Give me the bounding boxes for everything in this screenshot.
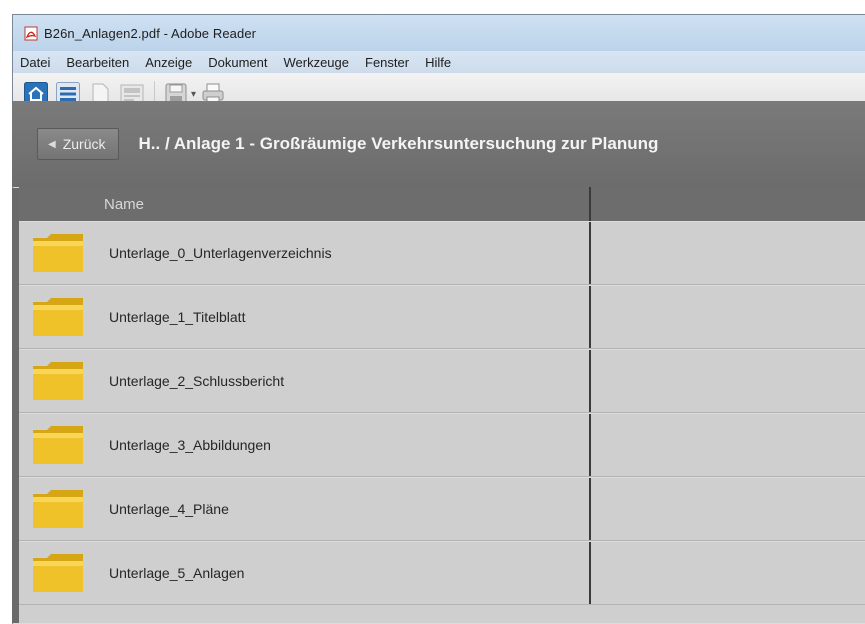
- menu-datei[interactable]: Datei: [20, 55, 50, 70]
- navigation-bar: ◀ Zurück H.. / Anlage 1 - Großräumige Ve…: [12, 101, 865, 187]
- list-item-label: Unterlage_3_Abbildungen: [109, 437, 271, 453]
- list-item-label: Unterlage_4_Pläne: [109, 501, 229, 517]
- list-header: Name: [19, 187, 865, 221]
- window-title: B26n_Anlagen2.pdf - Adobe Reader: [44, 25, 257, 41]
- menu-anzeige[interactable]: Anzeige: [145, 55, 192, 70]
- back-label: Zurück: [62, 136, 106, 152]
- list-left-strip: [12, 188, 19, 623]
- list-item-label: Unterlage_0_Unterlagenverzeichnis: [109, 245, 332, 261]
- breadcrumb[interactable]: H.. / Anlage 1 - Großräumige Verkehrsunt…: [139, 134, 659, 154]
- menu-hilfe[interactable]: Hilfe: [425, 55, 451, 70]
- list-item[interactable]: Unterlage_1_Titelblatt: [19, 285, 865, 349]
- list-item[interactable]: Unterlage_3_Abbildungen: [19, 413, 865, 477]
- folder-icon: [33, 490, 83, 528]
- menu-bearbeiten[interactable]: Bearbeiten: [66, 55, 129, 70]
- list-item-label: Unterlage_1_Titelblatt: [109, 309, 246, 325]
- menu-dokument[interactable]: Dokument: [208, 55, 267, 70]
- folder-list: Unterlage_0_Unterlagenverzeichnis Unterl…: [19, 221, 865, 623]
- list-item[interactable]: Unterlage_5_Anlagen: [19, 541, 865, 605]
- folder-icon: [33, 554, 83, 592]
- folder-icon: [33, 234, 83, 272]
- column-header-label: Name: [104, 195, 145, 213]
- folder-icon: [33, 298, 83, 336]
- dropdown-arrow-icon[interactable]: ▾: [191, 89, 196, 100]
- list-item[interactable]: Unterlage_2_Schlussbericht: [19, 349, 865, 413]
- list-item[interactable]: Unterlage_4_Pläne: [19, 477, 865, 541]
- menu-bar: Datei Bearbeiten Anzeige Dokument Werkze…: [13, 51, 865, 73]
- back-button[interactable]: ◀ Zurück: [37, 128, 119, 160]
- title-bar: B26n_Anlagen2.pdf - Adobe Reader: [13, 15, 865, 51]
- menu-fenster[interactable]: Fenster: [365, 55, 409, 70]
- list-item-label: Unterlage_2_Schlussbericht: [109, 373, 285, 389]
- pdf-icon: [24, 26, 39, 41]
- chevron-left-icon: ◀: [48, 138, 56, 150]
- folder-icon: [33, 362, 83, 400]
- folder-icon: [33, 426, 83, 464]
- list-item-label: Unterlage_5_Anlagen: [109, 565, 245, 581]
- column-header-name[interactable]: Name: [19, 187, 591, 221]
- menu-werkzeuge[interactable]: Werkzeuge: [283, 55, 349, 70]
- list-item[interactable]: Unterlage_0_Unterlagenverzeichnis: [19, 221, 865, 285]
